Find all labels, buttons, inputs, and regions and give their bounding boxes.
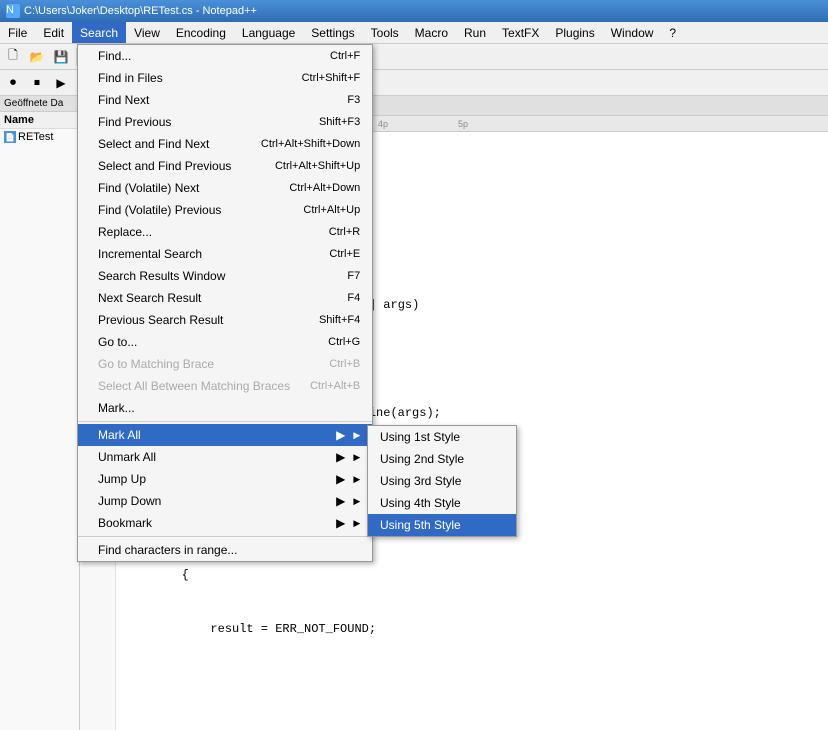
submenu-1st-style[interactable]: Using 1st Style — [368, 426, 516, 448]
submenu-arrow-jump-down: ▶ — [336, 494, 345, 508]
submenu-4th-style[interactable]: Using 4th Style — [368, 492, 516, 514]
menu-encoding[interactable]: Encoding — [168, 22, 234, 43]
menu-replace[interactable]: Replace... Ctrl+R — [78, 221, 372, 243]
menu-macro[interactable]: Macro — [407, 22, 456, 43]
menu-find-next[interactable]: Find Next F3 — [78, 89, 372, 111]
menu-file[interactable]: File — [0, 22, 35, 43]
menu-jump-up[interactable]: Jump Up ▶ — [78, 468, 372, 490]
menu-search-results-window[interactable]: Search Results Window F7 — [78, 265, 372, 287]
menu-run[interactable]: Run — [456, 22, 494, 43]
menu-goto-matching-brace[interactable]: Go to Matching Brace Ctrl+B — [78, 353, 372, 375]
code-line-28: { — [124, 566, 820, 584]
menu-select-find-next[interactable]: Select and Find Next Ctrl+Alt+Shift+Down — [78, 133, 372, 155]
menu-select-matching-braces[interactable]: Select All Between Matching Braces Ctrl+… — [78, 375, 372, 397]
submenu-arrow-mark-all: ▶ — [336, 428, 345, 442]
window-title: C:\Users\Joker\Desktop\RETest.cs - Notep… — [24, 5, 257, 17]
menu-find-previous[interactable]: Find Previous Shift+F3 — [78, 111, 372, 133]
menu-settings[interactable]: Settings — [303, 22, 362, 43]
menu-window[interactable]: Window — [603, 22, 662, 43]
menu-search[interactable]: Search — [72, 22, 126, 43]
sidebar-col-name: Name — [0, 112, 79, 129]
menu-unmark-all[interactable]: Unmark All ▶ — [78, 446, 372, 468]
menu-language[interactable]: Language — [234, 22, 303, 43]
sidebar: Geöffnete Da Name 📄 RETest — [0, 96, 80, 730]
menu-select-find-prev[interactable]: Select and Find Previous Ctrl+Alt+Shift+… — [78, 155, 372, 177]
code-line-29: result = ERR_NOT_FOUND; — [124, 620, 820, 638]
menu-tools[interactable]: Tools — [363, 22, 407, 43]
menu-bookmark[interactable]: Bookmark ▶ — [78, 512, 372, 534]
menu-mark-all[interactable]: Mark All ▶ — [78, 424, 372, 446]
new-button[interactable]: 🗋 — [2, 46, 24, 68]
submenu-arrow-bookmark: ▶ — [336, 516, 345, 530]
open-button[interactable]: 📂 — [26, 46, 48, 68]
menu-help[interactable]: ? — [661, 22, 684, 43]
sidebar-file-retest[interactable]: 📄 RETest — [0, 129, 79, 145]
title-bar: N C:\Users\Joker\Desktop\RETest.cs - Not… — [0, 0, 828, 22]
submenu-5th-style[interactable]: Using 5th Style — [368, 514, 516, 536]
menu-next-search-result[interactable]: Next Search Result F4 — [78, 287, 372, 309]
menu-find-in-files[interactable]: Find in Files Ctrl+Shift+F — [78, 67, 372, 89]
macro-stop-button[interactable]: ⏹ — [26, 72, 48, 94]
ruler-mark-6: 5p — [390, 119, 470, 129]
menu-find-chars-in-range[interactable]: Find characters in range... — [78, 539, 372, 561]
menu-sep-2 — [78, 536, 372, 537]
menu-bar: File Edit Search View Encoding Language … — [0, 22, 828, 44]
menu-view[interactable]: View — [126, 22, 168, 43]
submenu-2nd-style[interactable]: Using 2nd Style — [368, 448, 516, 470]
submenu-arrow-unmark-all: ▶ — [336, 450, 345, 464]
macro-play-button[interactable]: ▶ — [50, 72, 72, 94]
submenu-3rd-style[interactable]: Using 3rd Style — [368, 470, 516, 492]
file-icon: 📄 — [4, 131, 16, 143]
menu-incremental-search[interactable]: Incremental Search Ctrl+E — [78, 243, 372, 265]
search-dropdown-menu: Find... Ctrl+F Find in Files Ctrl+Shift+… — [77, 44, 373, 562]
menu-find[interactable]: Find... Ctrl+F — [78, 45, 372, 67]
mark-all-submenu: Using 1st Style Using 2nd Style Using 3r… — [367, 425, 517, 537]
sidebar-header: Geöffnete Da — [0, 96, 79, 112]
app-icon: N — [6, 4, 20, 18]
save-button[interactable]: 💾 — [50, 46, 72, 68]
menu-mark[interactable]: Mark... — [78, 397, 372, 419]
menu-jump-down[interactable]: Jump Down ▶ — [78, 490, 372, 512]
submenu-arrow-jump-up: ▶ — [336, 472, 345, 486]
menu-find-volatile-next[interactable]: Find (Volatile) Next Ctrl+Alt+Down — [78, 177, 372, 199]
menu-sep-1 — [78, 421, 372, 422]
menu-textfx[interactable]: TextFX — [494, 22, 547, 43]
sidebar-file-label: RETest — [18, 131, 53, 143]
menu-edit[interactable]: Edit — [35, 22, 72, 43]
menu-plugins[interactable]: Plugins — [547, 22, 602, 43]
menu-prev-search-result[interactable]: Previous Search Result Shift+F4 — [78, 309, 372, 331]
menu-find-volatile-prev[interactable]: Find (Volatile) Previous Ctrl+Alt+Up — [78, 199, 372, 221]
macro-record-button[interactable]: ⏺ — [2, 72, 24, 94]
menu-goto[interactable]: Go to... Ctrl+G — [78, 331, 372, 353]
